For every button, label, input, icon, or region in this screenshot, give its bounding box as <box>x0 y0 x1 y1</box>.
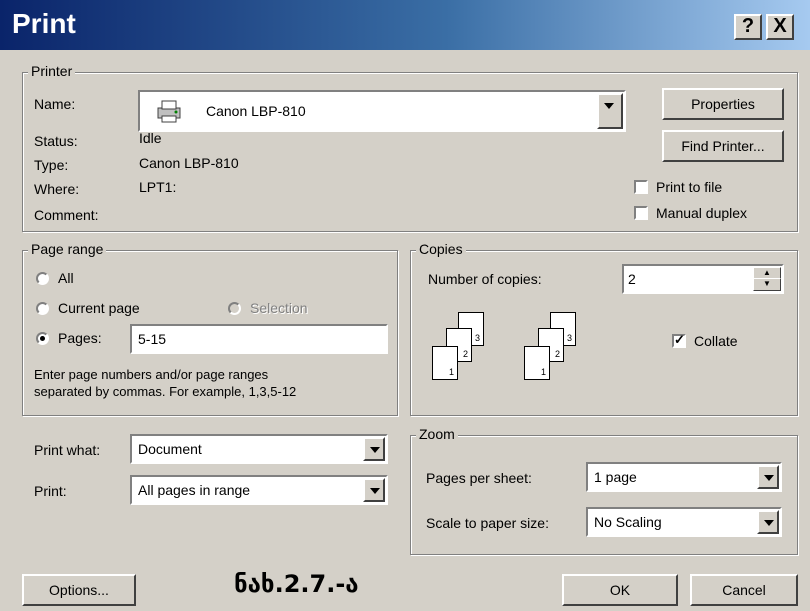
collate-label: Collate <box>694 333 738 349</box>
printer-name-select[interactable]: Canon LBP-810 <box>138 90 626 132</box>
pages-per-sheet-select[interactable]: 1 page <box>586 462 782 492</box>
printer-legend: Printer <box>28 63 76 79</box>
checkmark-icon: ✓ <box>674 332 685 347</box>
collate-page-1: 1 <box>432 346 458 380</box>
print-label: Print: <box>34 483 67 499</box>
number-of-copies-label: Number of copies: <box>428 271 542 287</box>
chevron-down-icon[interactable] <box>363 478 385 502</box>
pages-input[interactable]: 5-15 <box>130 324 388 354</box>
help-button[interactable]: ? <box>734 14 762 40</box>
status-value: Idle <box>139 130 162 146</box>
copies-legend: Copies <box>416 241 466 257</box>
all-label: All <box>58 270 74 286</box>
spin-down-icon[interactable]: ▼ <box>753 278 781 291</box>
pages-per-sheet-value: 1 page <box>594 469 637 485</box>
all-radio[interactable] <box>36 272 49 285</box>
number-of-copies-value: 2 <box>628 271 636 287</box>
pages-label: Pages: <box>58 330 102 346</box>
print-to-file-checkbox[interactable] <box>634 180 648 194</box>
print-what-value: Document <box>138 441 202 457</box>
current-page-label: Current page <box>58 300 140 316</box>
zoom-group <box>410 435 798 555</box>
window-title: Print <box>12 8 76 39</box>
current-page-radio[interactable] <box>36 302 49 315</box>
where-label: Where: <box>34 181 80 197</box>
status-label: Status: <box>34 133 78 149</box>
title-bar <box>0 0 810 50</box>
comment-label: Comment: <box>34 207 99 223</box>
cancel-button[interactable]: Cancel <box>690 574 798 606</box>
chevron-down-icon[interactable] <box>757 465 779 489</box>
print-what-select[interactable]: Document <box>130 434 388 464</box>
properties-button[interactable]: Properties <box>662 88 784 120</box>
selection-label: Selection <box>250 300 308 316</box>
pages-radio[interactable] <box>36 332 49 345</box>
figure-caption: ნახ.2.7.-ა <box>234 570 359 598</box>
zoom-legend: Zoom <box>416 426 458 442</box>
scale-to-paper-size-label: Scale to paper size: <box>426 515 549 531</box>
collate-checkbox[interactable]: ✓ <box>672 332 686 348</box>
close-button[interactable]: X <box>766 14 794 40</box>
collate-page-1: 1 <box>524 346 550 380</box>
number-of-copies-spinner[interactable]: 2 ▲ ▼ <box>622 264 784 294</box>
ok-button[interactable]: OK <box>562 574 678 606</box>
pages-input-value: 5-15 <box>138 331 167 347</box>
scale-to-paper-size-value: No Scaling <box>594 514 662 530</box>
manual-duplex-label: Manual duplex <box>656 205 748 221</box>
name-label: Name: <box>34 96 76 112</box>
type-value: Canon LBP-810 <box>139 155 239 171</box>
manual-duplex-checkbox[interactable] <box>634 206 648 220</box>
print-what-label: Print what: <box>34 442 101 458</box>
print-to-file-label: Print to file <box>656 179 723 195</box>
options-button[interactable]: Options... <box>22 574 136 606</box>
print-value: All pages in range <box>138 482 251 498</box>
where-value: LPT1: <box>139 179 177 195</box>
chevron-down-icon[interactable] <box>757 510 779 534</box>
chevron-down-icon[interactable] <box>363 437 385 461</box>
page-range-hint-line2: separated by commas. For example, 1,3,5-… <box>34 384 297 399</box>
print-select[interactable]: All pages in range <box>130 475 388 505</box>
page-range-legend: Page range <box>28 241 107 257</box>
type-label: Type: <box>34 157 69 173</box>
printer-icon <box>154 98 184 124</box>
printer-name-value: Canon LBP-810 <box>206 103 306 119</box>
collate-illustration-2: 3 2 1 <box>520 310 590 394</box>
collate-illustration-1: 3 2 1 <box>428 310 498 394</box>
chevron-down-icon[interactable] <box>597 93 623 129</box>
pages-per-sheet-label: Pages per sheet: <box>426 470 532 486</box>
selection-radio[interactable] <box>228 302 241 315</box>
scale-to-paper-size-select[interactable]: No Scaling <box>586 507 782 537</box>
find-printer-button[interactable]: Find Printer... <box>662 130 784 162</box>
page-range-hint-line1: Enter page numbers and/or page ranges <box>34 367 269 382</box>
